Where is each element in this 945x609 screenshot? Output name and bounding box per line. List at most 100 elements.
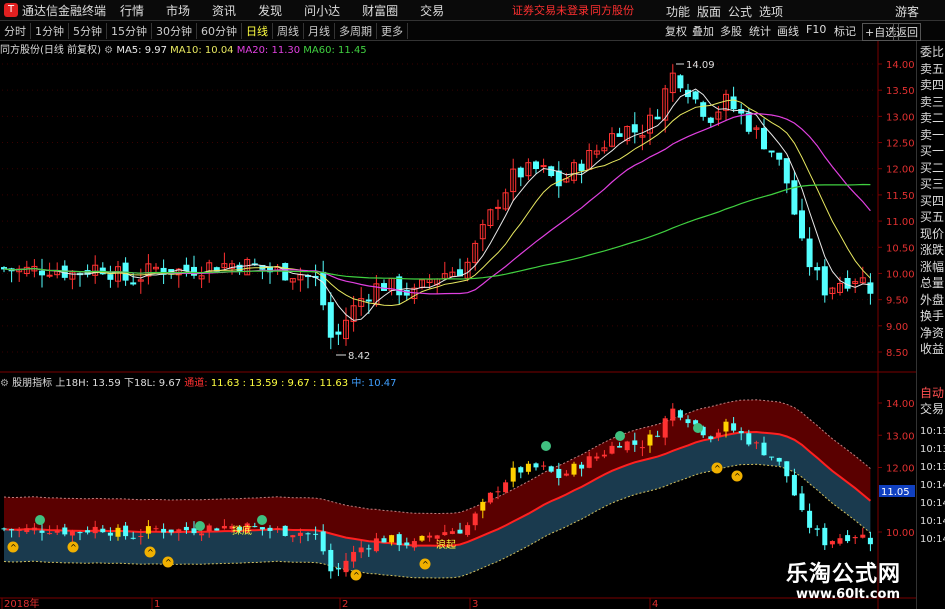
indicator-candle-body [822, 527, 828, 546]
indicator-candle-body [860, 534, 866, 538]
indicator-candle-body [457, 529, 463, 534]
peak-signal-icon [693, 423, 703, 433]
candle-body [654, 116, 661, 120]
peak-signal-icon [35, 515, 45, 525]
tick-time: 10:13 [920, 444, 945, 455]
candle-body [761, 127, 767, 150]
date-label: 3 [472, 599, 478, 609]
indicator-candle-body [1, 528, 7, 530]
candle-body [555, 170, 562, 187]
indicator-candle-body [472, 513, 478, 526]
indicator-candle-body [487, 492, 493, 503]
indicator-candle-body [381, 538, 387, 543]
candle-body [183, 264, 190, 272]
indicator-header: ⚙ 股朋指标 上18H: 13.59 下18L: 9.67 通道: 11.63 … [0, 374, 397, 389]
candle-body [821, 266, 828, 296]
side-label: 买五 [920, 210, 945, 224]
indicator-candle-body [799, 493, 805, 511]
indicator-candle-body [199, 533, 205, 536]
indicator-candle-body [807, 510, 813, 528]
side-label: 委比 [920, 45, 945, 59]
low-label: 8.42 [348, 351, 370, 362]
channel-values: 11.63 : 13.59 : 9.67 : 11.63 [210, 378, 349, 389]
indicator-candle-body [465, 525, 471, 535]
date-label: 2018年 [4, 597, 39, 609]
candle-body [776, 152, 783, 160]
indicator-candle-body [351, 551, 357, 562]
indicator-candle-body [206, 525, 212, 532]
indicator-candle-body [259, 527, 265, 530]
indicator-candle-body [601, 454, 607, 457]
tick-time: 10:14 [920, 534, 945, 545]
candle-body [107, 274, 114, 280]
candle-body [540, 165, 547, 168]
mid-value: 中: 10.47 [351, 378, 397, 389]
indicator-candle-body [738, 431, 744, 434]
indicator-candle-body [639, 447, 645, 449]
indicator-candle-body [525, 463, 531, 472]
ma5-value: MA5: 9.97 [116, 45, 167, 56]
indicator-candle-body [85, 530, 91, 533]
tick-time: 10:14 [920, 498, 945, 509]
side-label: 净资 [920, 325, 945, 340]
kline-chart-area[interactable]: 14.00 13.50 13.00 12.50 12.00 11.50 11.00 10.50… [0, 0, 945, 609]
indicator-candle-body [761, 442, 767, 456]
quote-sidebar: 委比 卖五 卖四 卖三 卖二 卖一 买一 买二 买三 买四 买五 现价 涨跌 涨幅 总量 外盘 换手 净资 收益 自… [916, 41, 945, 609]
channel-label: 通道: [184, 378, 208, 389]
indicator-candle-body [829, 541, 835, 545]
side-label: 外盘 [920, 292, 945, 307]
indicator-axis-label: 12.00 [886, 464, 915, 475]
indicator-candle-body [708, 436, 714, 439]
indicator-candle-body [791, 474, 797, 496]
indicator-candle-body [746, 433, 752, 445]
indicator-candle-body [115, 527, 121, 537]
indicator-candle-body [221, 525, 227, 529]
side-label: 买一 [920, 144, 945, 158]
settings-icon[interactable]: ⚙ [104, 45, 113, 56]
indicator-candle-body [107, 532, 113, 536]
indicator-settings-icon[interactable]: ⚙ [0, 378, 9, 389]
indicator-candle-body [153, 528, 159, 530]
indicator-candle-body [252, 526, 258, 528]
price-axis-label: 10.00 [886, 269, 915, 280]
candle-body [791, 180, 798, 215]
price-axis-label: 14.00 [886, 60, 915, 71]
candle-body [730, 96, 737, 110]
price-axis-label: 11.50 [886, 191, 915, 202]
price-axis-label: 12.50 [886, 139, 915, 150]
indicator-candle-body [632, 440, 638, 445]
side-label: 卖一 [920, 127, 945, 142]
indicator-candle-body [31, 527, 37, 531]
wave-marker-text: 浪起 [436, 538, 456, 551]
indicator-candle-body [77, 532, 83, 534]
indicator-candle-body [685, 419, 691, 424]
peak-signal-icon [195, 521, 205, 531]
indicator-candle-body [867, 537, 873, 545]
peak-signal-icon [541, 441, 551, 451]
buy-signal-glyph: ^ [70, 543, 77, 552]
candle-body [396, 276, 403, 296]
price-axis-label: 10.50 [886, 243, 915, 254]
indicator-candle-body [563, 473, 569, 476]
tick-time: 10:14 [920, 516, 945, 527]
candle-body [548, 166, 555, 177]
indicator-candle-body [548, 466, 554, 472]
tick-time: 10:13 [920, 426, 945, 437]
candle-body [616, 133, 623, 137]
indicator-value-text: 11.05 [881, 487, 910, 498]
price-axis-label: 13.00 [886, 112, 915, 123]
side-label: 买二 [920, 160, 945, 175]
date-label: 1 [154, 599, 160, 609]
indicator-candle-body [191, 528, 197, 534]
trade-label[interactable]: 交易 [920, 402, 944, 416]
indicator-l18: 下18L: 9.67 [123, 378, 182, 389]
price-axis-label: 13.50 [886, 86, 915, 97]
indicator-candle-body [130, 537, 136, 539]
indicator-name: 股朋指标 [12, 378, 53, 389]
peak-signal-icon [257, 515, 267, 525]
indicator-candle-body [594, 456, 600, 459]
candle-body [320, 271, 327, 306]
ma10-value: MA10: 10.04 [170, 45, 234, 56]
auto-label[interactable]: 自动 [920, 386, 944, 400]
indicator-candle-body [624, 441, 630, 451]
